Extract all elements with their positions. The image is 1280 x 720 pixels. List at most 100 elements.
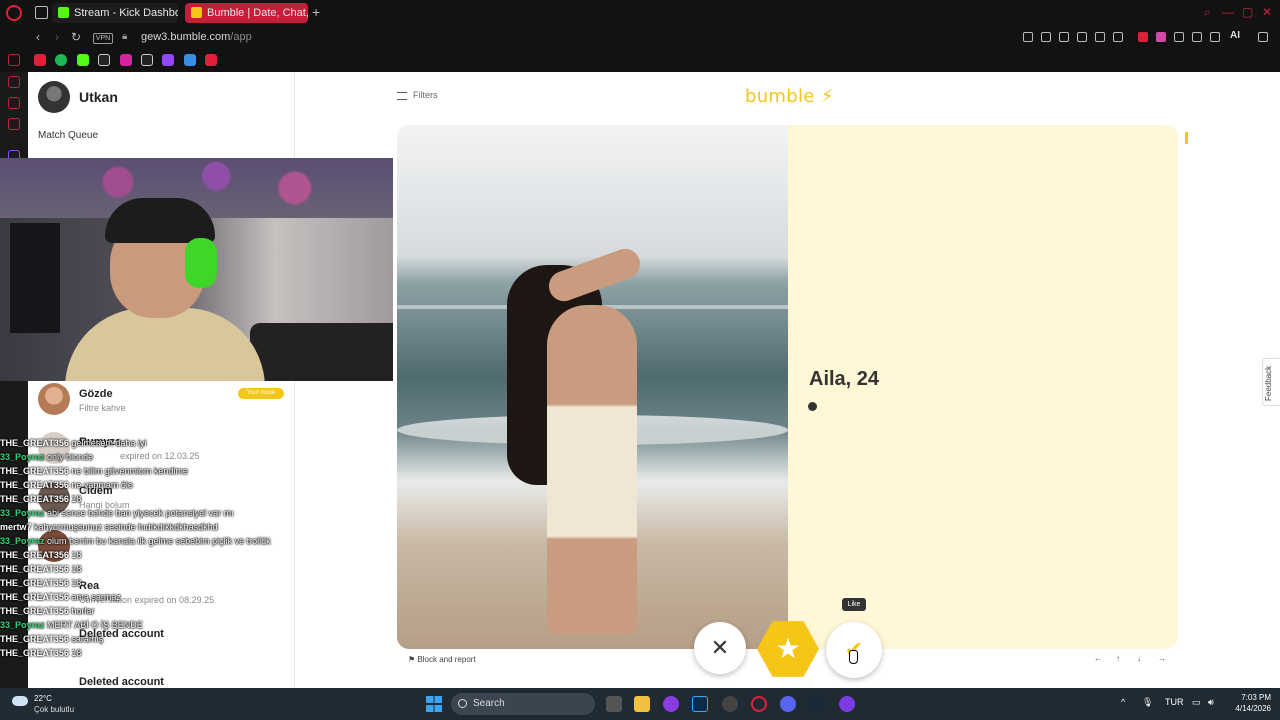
chat-message: THE_GREAT356 horlar bbox=[0, 604, 380, 618]
opera-taskbar-icon[interactable] bbox=[751, 696, 767, 712]
instagram-icon[interactable] bbox=[120, 54, 132, 66]
match-queue-heading: Match Queue bbox=[38, 130, 99, 141]
tiktok-icon[interactable] bbox=[141, 54, 153, 66]
maximize-button[interactable]: ▢ bbox=[1242, 5, 1253, 19]
start-button[interactable] bbox=[426, 696, 442, 712]
heart-icon[interactable] bbox=[1113, 32, 1123, 42]
chat-message: 33_Poyraz MERT ABİ O İŞ BENDE bbox=[0, 618, 380, 632]
chat-message: 33_Poyraz olum benim bu kanala ilk gelme… bbox=[0, 534, 380, 548]
chat-text: 18 bbox=[71, 578, 82, 588]
play-icon[interactable] bbox=[1095, 32, 1105, 42]
aria-ai-button[interactable]: AI bbox=[1230, 30, 1240, 41]
sidebar-icon[interactable] bbox=[8, 54, 20, 66]
tab-kick-dashboard[interactable]: Stream - Kick Dashboard bbox=[52, 3, 178, 23]
adblock-icon[interactable] bbox=[1138, 32, 1148, 42]
profile-photo[interactable] bbox=[397, 125, 788, 649]
network-icon[interactable]: ▭ bbox=[1192, 697, 1201, 708]
input-language[interactable]: TUR bbox=[1165, 697, 1184, 707]
search-icon[interactable]: ⌕ bbox=[1204, 5, 1211, 20]
chat-text: 18 bbox=[71, 550, 82, 560]
pass-button[interactable]: ✕ bbox=[694, 622, 746, 674]
search-icon bbox=[458, 699, 467, 708]
photoshop-icon[interactable] bbox=[692, 696, 708, 712]
chat-username: THE_GREAT356 bbox=[0, 634, 69, 644]
chat-username: 33_Poyraz bbox=[0, 452, 45, 462]
chat-text: MERT ABİ O İŞ BENDE bbox=[47, 620, 143, 630]
url-path: /app bbox=[230, 31, 252, 43]
chat-username: THE_GREAT356 bbox=[0, 438, 69, 448]
chat-message: THE_GREAT356 gelmesem daha iyi bbox=[0, 436, 380, 450]
kick-bookmark-icon[interactable] bbox=[77, 54, 89, 66]
headset bbox=[185, 238, 217, 288]
extensions-icon[interactable] bbox=[1174, 32, 1184, 42]
tab-bumble[interactable]: Bumble | Date, Chat, Meet bbox=[185, 3, 308, 23]
chat-username: THE_GREAT356 bbox=[0, 564, 69, 574]
x-icon[interactable] bbox=[98, 54, 110, 66]
minimize-button[interactable]: — bbox=[1222, 5, 1234, 19]
chat-text: 18 bbox=[71, 648, 82, 658]
clock[interactable]: 7:03 PM 4/14/2026 bbox=[1226, 692, 1271, 714]
date: 4/14/2026 bbox=[1235, 704, 1271, 713]
file-explorer-icon[interactable] bbox=[634, 696, 650, 712]
tab-overview-icon[interactable] bbox=[35, 6, 48, 19]
filters-icon[interactable] bbox=[397, 92, 407, 100]
weather-condition: Çok bulutlu bbox=[34, 705, 75, 714]
app-icon[interactable] bbox=[663, 696, 679, 712]
block-report-link[interactable]: ⚑ Block and report bbox=[408, 655, 476, 664]
spotify-icon[interactable] bbox=[55, 54, 67, 66]
profile-name: Aila, 24 bbox=[809, 368, 880, 390]
account-icon[interactable] bbox=[1192, 32, 1202, 42]
chat-text: 18 bbox=[71, 564, 82, 574]
chat-message: THE_GREAT356 ama sarmaz bbox=[0, 590, 380, 604]
chat-username: mertw7 bbox=[0, 522, 32, 532]
reload-button[interactable]: ↻ bbox=[71, 30, 81, 44]
back-button[interactable]: ‹ bbox=[36, 30, 40, 44]
volume-icon[interactable]: 🔊︎ bbox=[1208, 697, 1214, 708]
snapshot-icon[interactable] bbox=[1041, 32, 1051, 42]
stream-chat-overlay: THE_GREAT356 gelmesem daha iyi 33_Poyraz … bbox=[0, 436, 380, 686]
microphone-icon[interactable]: 🎙︎ bbox=[1142, 697, 1153, 708]
chat-message: THE_GREAT356 ne yapmam öle bbox=[0, 478, 380, 492]
taskbar-search[interactable]: Search bbox=[451, 693, 595, 715]
shield-icon[interactable] bbox=[1059, 32, 1069, 42]
app-icon[interactable] bbox=[839, 696, 855, 712]
avatar[interactable] bbox=[38, 81, 70, 113]
discord-icon[interactable] bbox=[780, 696, 796, 712]
new-tab-button[interactable]: + bbox=[312, 4, 320, 20]
close-button[interactable]: ✕ bbox=[1262, 5, 1272, 19]
steam-icon[interactable] bbox=[809, 696, 825, 712]
chat-text: gelmesem daha iyi bbox=[71, 438, 147, 448]
url-field[interactable]: gew3.bumble.com/app bbox=[141, 31, 252, 43]
opera-menu-icon[interactable] bbox=[6, 5, 22, 21]
avatar[interactable] bbox=[38, 383, 70, 415]
chat-username: THE_GREAT356 bbox=[0, 466, 69, 476]
lock-icon[interactable]: 🔒︎ bbox=[122, 31, 127, 42]
youtube-icon[interactable] bbox=[34, 54, 46, 66]
bookmark-icon[interactable] bbox=[205, 54, 217, 66]
feedback-tab[interactable]: Feedback bbox=[1262, 358, 1280, 406]
menu-icon[interactable] bbox=[1258, 32, 1268, 42]
pin-icon[interactable] bbox=[1023, 32, 1033, 42]
forward-button[interactable]: › bbox=[55, 30, 59, 44]
conversation-name[interactable]: Gözde bbox=[79, 388, 113, 400]
twitch-icon[interactable] bbox=[162, 54, 174, 66]
sidebar-icon[interactable] bbox=[8, 97, 20, 109]
dress bbox=[547, 305, 637, 635]
download-icon[interactable] bbox=[1210, 32, 1220, 42]
extension-icon[interactable] bbox=[1156, 32, 1166, 42]
filters-button[interactable]: Filters bbox=[413, 90, 438, 100]
bookmark-icon[interactable] bbox=[184, 54, 196, 66]
chat-message: mertw7 kahyormuşsunuz sesinde hıdıkdıkkd… bbox=[0, 520, 380, 534]
info-icon[interactable] bbox=[808, 402, 817, 411]
vpn-badge[interactable]: VPN bbox=[93, 33, 113, 44]
tray-chevron-icon[interactable]: ^ bbox=[1121, 697, 1125, 707]
translate-icon[interactable] bbox=[1077, 32, 1087, 42]
profile-scrollbar[interactable] bbox=[1185, 132, 1188, 144]
chat-message: THE_GREAT356 18 bbox=[0, 562, 380, 576]
sidebar-icon[interactable] bbox=[8, 76, 20, 88]
chat-username: THE_GREAT356 bbox=[0, 592, 69, 602]
task-view-icon[interactable] bbox=[606, 696, 622, 712]
app-icon[interactable] bbox=[722, 696, 738, 712]
sidebar-icon[interactable] bbox=[8, 118, 20, 130]
chat-text: horlar bbox=[71, 606, 95, 616]
